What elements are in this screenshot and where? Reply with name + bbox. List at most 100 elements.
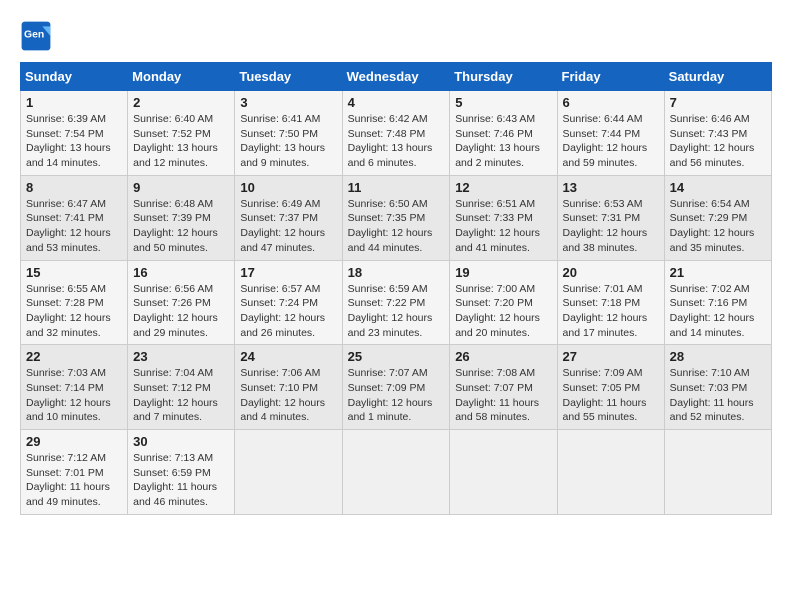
day-info: Sunrise: 7:03 AMSunset: 7:14 PMDaylight:… <box>26 367 111 423</box>
day-info: Sunrise: 7:07 AMSunset: 7:09 PMDaylight:… <box>348 367 433 423</box>
day-info: Sunrise: 7:01 AMSunset: 7:18 PMDaylight:… <box>563 283 648 339</box>
day-info: Sunrise: 7:09 AMSunset: 7:05 PMDaylight:… <box>563 367 647 423</box>
day-number: 30 <box>133 434 229 449</box>
calendar-day-cell: 29 Sunrise: 7:12 AMSunset: 7:01 PMDaylig… <box>21 430 128 515</box>
day-number: 28 <box>670 349 766 364</box>
logo-icon: Gen <box>20 20 52 52</box>
day-number: 14 <box>670 180 766 195</box>
day-number: 18 <box>348 265 445 280</box>
calendar-day-cell: 20 Sunrise: 7:01 AMSunset: 7:18 PMDaylig… <box>557 260 664 345</box>
day-number: 15 <box>26 265 122 280</box>
day-info: Sunrise: 6:40 AMSunset: 7:52 PMDaylight:… <box>133 113 218 169</box>
calendar-day-cell: 5 Sunrise: 6:43 AMSunset: 7:46 PMDayligh… <box>450 91 557 176</box>
calendar-day-cell: 18 Sunrise: 6:59 AMSunset: 7:22 PMDaylig… <box>342 260 450 345</box>
day-number: 25 <box>348 349 445 364</box>
day-number: 21 <box>670 265 766 280</box>
day-number: 13 <box>563 180 659 195</box>
calendar-day-cell: 6 Sunrise: 6:44 AMSunset: 7:44 PMDayligh… <box>557 91 664 176</box>
day-number: 26 <box>455 349 551 364</box>
weekday-header-wednesday: Wednesday <box>342 63 450 91</box>
day-number: 19 <box>455 265 551 280</box>
calendar-day-cell: 16 Sunrise: 6:56 AMSunset: 7:26 PMDaylig… <box>128 260 235 345</box>
calendar-day-cell: 30 Sunrise: 7:13 AMSunset: 6:59 PMDaylig… <box>128 430 235 515</box>
day-info: Sunrise: 6:39 AMSunset: 7:54 PMDaylight:… <box>26 113 111 169</box>
day-number: 10 <box>240 180 336 195</box>
calendar-day-cell: 3 Sunrise: 6:41 AMSunset: 7:50 PMDayligh… <box>235 91 342 176</box>
weekday-header-saturday: Saturday <box>664 63 771 91</box>
calendar-day-cell: 17 Sunrise: 6:57 AMSunset: 7:24 PMDaylig… <box>235 260 342 345</box>
calendar-week-row: 22 Sunrise: 7:03 AMSunset: 7:14 PMDaylig… <box>21 345 772 430</box>
day-info: Sunrise: 6:44 AMSunset: 7:44 PMDaylight:… <box>563 113 648 169</box>
weekday-header-thursday: Thursday <box>450 63 557 91</box>
day-info: Sunrise: 6:53 AMSunset: 7:31 PMDaylight:… <box>563 198 648 254</box>
weekday-header-tuesday: Tuesday <box>235 63 342 91</box>
day-info: Sunrise: 7:10 AMSunset: 7:03 PMDaylight:… <box>670 367 754 423</box>
calendar-day-cell: 21 Sunrise: 7:02 AMSunset: 7:16 PMDaylig… <box>664 260 771 345</box>
day-info: Sunrise: 6:43 AMSunset: 7:46 PMDaylight:… <box>455 113 540 169</box>
day-number: 11 <box>348 180 445 195</box>
weekday-header-sunday: Sunday <box>21 63 128 91</box>
day-number: 24 <box>240 349 336 364</box>
day-info: Sunrise: 7:12 AMSunset: 7:01 PMDaylight:… <box>26 452 110 508</box>
day-number: 7 <box>670 95 766 110</box>
calendar-day-cell: 14 Sunrise: 6:54 AMSunset: 7:29 PMDaylig… <box>664 175 771 260</box>
day-number: 22 <box>26 349 122 364</box>
day-number: 12 <box>455 180 551 195</box>
calendar-day-cell: 24 Sunrise: 7:06 AMSunset: 7:10 PMDaylig… <box>235 345 342 430</box>
day-number: 16 <box>133 265 229 280</box>
day-number: 27 <box>563 349 659 364</box>
page-header: Gen <box>20 20 772 52</box>
calendar-day-cell: 23 Sunrise: 7:04 AMSunset: 7:12 PMDaylig… <box>128 345 235 430</box>
weekday-header-monday: Monday <box>128 63 235 91</box>
calendar-day-cell: 11 Sunrise: 6:50 AMSunset: 7:35 PMDaylig… <box>342 175 450 260</box>
calendar-day-cell: 7 Sunrise: 6:46 AMSunset: 7:43 PMDayligh… <box>664 91 771 176</box>
day-info: Sunrise: 7:13 AMSunset: 6:59 PMDaylight:… <box>133 452 217 508</box>
day-info: Sunrise: 7:02 AMSunset: 7:16 PMDaylight:… <box>670 283 755 339</box>
day-info: Sunrise: 6:57 AMSunset: 7:24 PMDaylight:… <box>240 283 325 339</box>
day-info: Sunrise: 7:04 AMSunset: 7:12 PMDaylight:… <box>133 367 218 423</box>
empty-day-cell <box>557 430 664 515</box>
day-number: 20 <box>563 265 659 280</box>
calendar-week-row: 8 Sunrise: 6:47 AMSunset: 7:41 PMDayligh… <box>21 175 772 260</box>
calendar-day-cell: 8 Sunrise: 6:47 AMSunset: 7:41 PMDayligh… <box>21 175 128 260</box>
day-info: Sunrise: 6:54 AMSunset: 7:29 PMDaylight:… <box>670 198 755 254</box>
day-info: Sunrise: 7:00 AMSunset: 7:20 PMDaylight:… <box>455 283 540 339</box>
day-number: 2 <box>133 95 229 110</box>
day-number: 5 <box>455 95 551 110</box>
day-info: Sunrise: 6:55 AMSunset: 7:28 PMDaylight:… <box>26 283 111 339</box>
day-number: 6 <box>563 95 659 110</box>
logo: Gen <box>20 20 54 52</box>
calendar-day-cell: 25 Sunrise: 7:07 AMSunset: 7:09 PMDaylig… <box>342 345 450 430</box>
day-info: Sunrise: 6:59 AMSunset: 7:22 PMDaylight:… <box>348 283 433 339</box>
calendar-week-row: 29 Sunrise: 7:12 AMSunset: 7:01 PMDaylig… <box>21 430 772 515</box>
day-number: 23 <box>133 349 229 364</box>
calendar-day-cell: 12 Sunrise: 6:51 AMSunset: 7:33 PMDaylig… <box>450 175 557 260</box>
calendar-day-cell: 1 Sunrise: 6:39 AMSunset: 7:54 PMDayligh… <box>21 91 128 176</box>
empty-day-cell <box>235 430 342 515</box>
day-info: Sunrise: 6:47 AMSunset: 7:41 PMDaylight:… <box>26 198 111 254</box>
empty-day-cell <box>450 430 557 515</box>
day-info: Sunrise: 7:06 AMSunset: 7:10 PMDaylight:… <box>240 367 325 423</box>
day-info: Sunrise: 6:50 AMSunset: 7:35 PMDaylight:… <box>348 198 433 254</box>
calendar-day-cell: 19 Sunrise: 7:00 AMSunset: 7:20 PMDaylig… <box>450 260 557 345</box>
day-number: 4 <box>348 95 445 110</box>
day-number: 1 <box>26 95 122 110</box>
calendar-day-cell: 13 Sunrise: 6:53 AMSunset: 7:31 PMDaylig… <box>557 175 664 260</box>
day-info: Sunrise: 6:49 AMSunset: 7:37 PMDaylight:… <box>240 198 325 254</box>
calendar-day-cell: 28 Sunrise: 7:10 AMSunset: 7:03 PMDaylig… <box>664 345 771 430</box>
calendar-day-cell: 9 Sunrise: 6:48 AMSunset: 7:39 PMDayligh… <box>128 175 235 260</box>
empty-day-cell <box>664 430 771 515</box>
calendar-week-row: 15 Sunrise: 6:55 AMSunset: 7:28 PMDaylig… <box>21 260 772 345</box>
calendar-day-cell: 27 Sunrise: 7:09 AMSunset: 7:05 PMDaylig… <box>557 345 664 430</box>
day-number: 3 <box>240 95 336 110</box>
day-info: Sunrise: 7:08 AMSunset: 7:07 PMDaylight:… <box>455 367 539 423</box>
weekday-header-row: SundayMondayTuesdayWednesdayThursdayFrid… <box>21 63 772 91</box>
calendar-table: SundayMondayTuesdayWednesdayThursdayFrid… <box>20 62 772 515</box>
calendar-day-cell: 10 Sunrise: 6:49 AMSunset: 7:37 PMDaylig… <box>235 175 342 260</box>
day-info: Sunrise: 6:41 AMSunset: 7:50 PMDaylight:… <box>240 113 325 169</box>
svg-text:Gen: Gen <box>24 30 44 41</box>
calendar-day-cell: 4 Sunrise: 6:42 AMSunset: 7:48 PMDayligh… <box>342 91 450 176</box>
calendar-day-cell: 26 Sunrise: 7:08 AMSunset: 7:07 PMDaylig… <box>450 345 557 430</box>
day-info: Sunrise: 6:42 AMSunset: 7:48 PMDaylight:… <box>348 113 433 169</box>
day-info: Sunrise: 6:48 AMSunset: 7:39 PMDaylight:… <box>133 198 218 254</box>
